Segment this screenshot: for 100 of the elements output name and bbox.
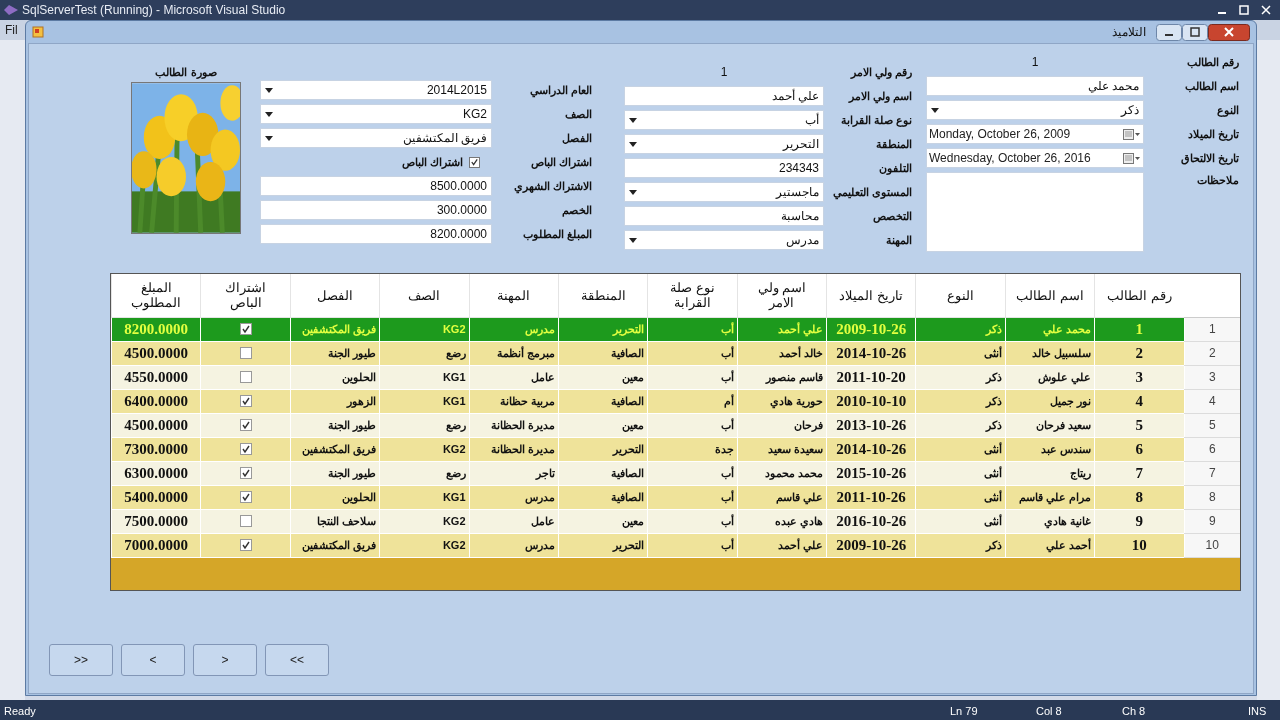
checkbox[interactable] xyxy=(239,539,252,551)
column-header[interactable]: اسم الطالب xyxy=(1005,274,1095,317)
checkmark-icon xyxy=(240,396,251,406)
table-cell: 2009-10-26 xyxy=(826,317,916,341)
dropdown[interactable]: مدرس xyxy=(624,230,824,250)
table-cell: 5400.0000 xyxy=(111,485,201,509)
checkbox[interactable] xyxy=(239,491,252,503)
table-cell: حورية هادي xyxy=(737,389,827,413)
table-cell: طيور الجنة xyxy=(290,341,380,365)
field-label: رقم الطالب xyxy=(1185,54,1239,71)
field-label: المستوى التعليمي xyxy=(831,184,912,201)
table-cell: فريق المكتشفين xyxy=(290,533,380,557)
table-cell: 2014-10-26 xyxy=(826,437,916,461)
text-field[interactable]: 300.0000 xyxy=(260,200,492,220)
checkbox[interactable] xyxy=(239,371,252,383)
table-cell: أب xyxy=(647,509,738,533)
table-cell: مبرمج أنظمة xyxy=(469,341,559,365)
table-cell: 2011-10-26 xyxy=(826,485,916,509)
nav-button[interactable]: << xyxy=(265,644,329,676)
field-label: التخصص xyxy=(872,208,912,225)
column-header[interactable]: المهنة xyxy=(469,274,559,317)
table-cell: KG2 xyxy=(379,533,469,557)
dropdown[interactable]: أب xyxy=(624,110,824,130)
table-cell: 2009-10-26 xyxy=(826,533,916,557)
photo-caption: صورة الطالب xyxy=(155,65,217,81)
table-cell: مدرس xyxy=(469,485,559,509)
field-label: الخصم xyxy=(561,202,592,219)
table-cell: أب xyxy=(647,461,738,485)
dropdown[interactable]: ماجستير xyxy=(624,182,824,202)
table-cell: 2013-10-26 xyxy=(826,413,916,437)
column-header[interactable]: نوع صلة القرابة xyxy=(647,274,738,317)
table-cell: KG2 xyxy=(379,437,469,461)
calendar-icon xyxy=(1123,152,1141,164)
field-label: اسم ولي الامر xyxy=(847,88,912,105)
table-cell: طيور الجنة xyxy=(290,413,380,437)
table-cell: 3 xyxy=(1094,365,1184,389)
table-cell: رضع xyxy=(379,461,469,485)
column-header[interactable]: النوع xyxy=(915,274,1006,317)
column-header[interactable]: اسم ولي الامر xyxy=(737,274,827,317)
checkbox[interactable] xyxy=(239,443,252,455)
table-cell: أب xyxy=(647,317,738,341)
checkbox[interactable]: اشتراك الباص xyxy=(401,153,480,171)
window-title: SqlServerTest (Running) - Microsoft Visual Studio xyxy=(22,2,286,19)
dropdown[interactable]: التحرير xyxy=(624,134,824,154)
text-field[interactable]: 8500.0000 xyxy=(260,176,492,196)
checkbox[interactable] xyxy=(239,347,252,359)
dropdown[interactable]: فريق المكتشفين xyxy=(260,128,492,148)
table-cell: عامل xyxy=(469,509,559,533)
table-cell: 7000.0000 xyxy=(111,533,201,557)
table-cell: 2011-10-20 xyxy=(826,365,916,389)
id-value: 1 xyxy=(1031,54,1039,71)
field-label: الفصل xyxy=(561,130,592,146)
field-label: اسم الطالب xyxy=(1183,78,1239,95)
checkbox[interactable] xyxy=(239,515,252,527)
column-header[interactable]: المنطقة xyxy=(558,274,648,317)
text-field[interactable]: محمد علي xyxy=(926,76,1144,96)
column-header[interactable]: تاريخ الميلاد xyxy=(826,274,916,317)
table-cell: 4500.0000 xyxy=(111,413,201,437)
caret-icon xyxy=(629,141,637,147)
nav-button[interactable]: > xyxy=(193,644,257,676)
close-icon[interactable] xyxy=(1208,23,1250,41)
table-cell: علي أحمد xyxy=(737,317,827,341)
text-field[interactable]: محاسبة xyxy=(624,206,824,226)
checkbox[interactable] xyxy=(239,395,252,407)
table-cell: ذكر xyxy=(915,533,1006,557)
table-cell: الصافية xyxy=(558,485,648,509)
menu-item[interactable]: Fil xyxy=(5,21,18,39)
table-cell: سعيد فرحان xyxy=(1005,413,1095,437)
column-header[interactable]: اشتراك الباص xyxy=(200,274,291,317)
column-header[interactable]: المبلغ المطلوب xyxy=(111,274,201,317)
table-cell: التحرير xyxy=(558,533,648,557)
table-cell: مدرس xyxy=(469,317,559,341)
minimize-icon[interactable] xyxy=(1156,23,1182,41)
form-icon xyxy=(32,26,44,38)
table-cell: فرحان xyxy=(737,413,827,437)
nav-button[interactable]: < xyxy=(121,644,185,676)
table-cell: سلاحف النتجا xyxy=(290,509,380,533)
column-header[interactable]: الصف xyxy=(379,274,469,317)
date-picker[interactable]: Wednesday, October 26, 2016 xyxy=(926,148,1144,168)
column-header[interactable]: رقم الطالب xyxy=(1094,274,1184,317)
checkbox[interactable] xyxy=(239,419,252,431)
window-title: التلاميذ xyxy=(1112,24,1146,41)
checkbox[interactable] xyxy=(239,323,252,335)
dropdown[interactable]: 2014L2015 xyxy=(260,80,492,100)
nav-button[interactable]: >> xyxy=(49,644,113,676)
text-field[interactable]: علي أحمد xyxy=(624,86,824,106)
column-indicator: Col 8 xyxy=(1036,704,1062,719)
dropdown[interactable]: ذكر xyxy=(926,100,1144,120)
maximize-icon[interactable] xyxy=(1182,23,1208,41)
table-cell: أب xyxy=(647,413,738,437)
text-field[interactable]: 234343 xyxy=(624,158,824,178)
app-icon xyxy=(4,5,18,15)
date-picker[interactable]: Monday, October 26, 2009 xyxy=(926,124,1144,144)
field-label: التلفون xyxy=(878,160,912,177)
text-field[interactable]: 8200.0000 xyxy=(260,224,492,244)
caret-icon xyxy=(265,111,273,117)
checkbox[interactable] xyxy=(239,467,252,479)
table-cell: ذكر xyxy=(915,317,1006,341)
column-header[interactable]: الفصل xyxy=(290,274,380,317)
dropdown[interactable]: KG2 xyxy=(260,104,492,124)
